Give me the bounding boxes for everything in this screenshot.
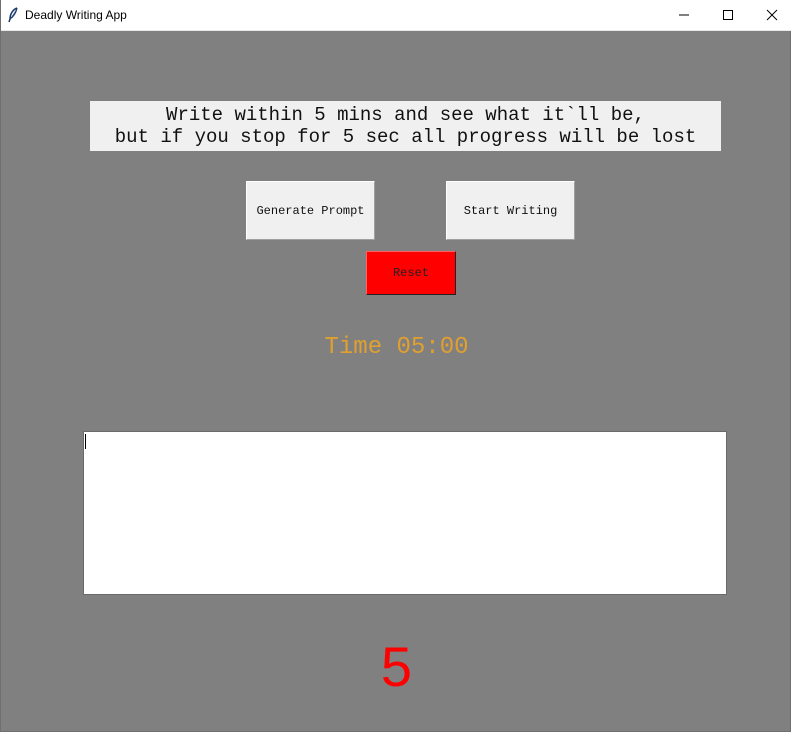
app-window: Deadly Writing App Write within 5 mins a… — [0, 0, 791, 732]
generate-prompt-button[interactable]: Generate Prompt — [246, 181, 375, 240]
window-title: Deadly Writing App — [25, 8, 127, 22]
timer-label: Time 05:00 — [324, 334, 469, 361]
title-bar[interactable]: Deadly Writing App — [1, 0, 791, 31]
instructions-line-2: but if you stop for 5 sec all progress w… — [114, 126, 697, 148]
feather-icon — [7, 7, 19, 23]
start-writing-button[interactable]: Start Writing — [446, 181, 575, 240]
writing-text-area[interactable] — [83, 431, 727, 595]
instructions-label: Write within 5 mins and see what it`ll b… — [90, 101, 721, 151]
maximize-button[interactable] — [705, 0, 751, 30]
close-button[interactable] — [749, 0, 791, 30]
minimize-button[interactable] — [661, 0, 707, 30]
instructions-line-1: Write within 5 mins and see what it`ll b… — [166, 104, 645, 126]
inactivity-countdown: 5 — [380, 635, 413, 698]
reset-button[interactable]: Reset — [366, 251, 456, 295]
text-caret — [85, 434, 86, 449]
